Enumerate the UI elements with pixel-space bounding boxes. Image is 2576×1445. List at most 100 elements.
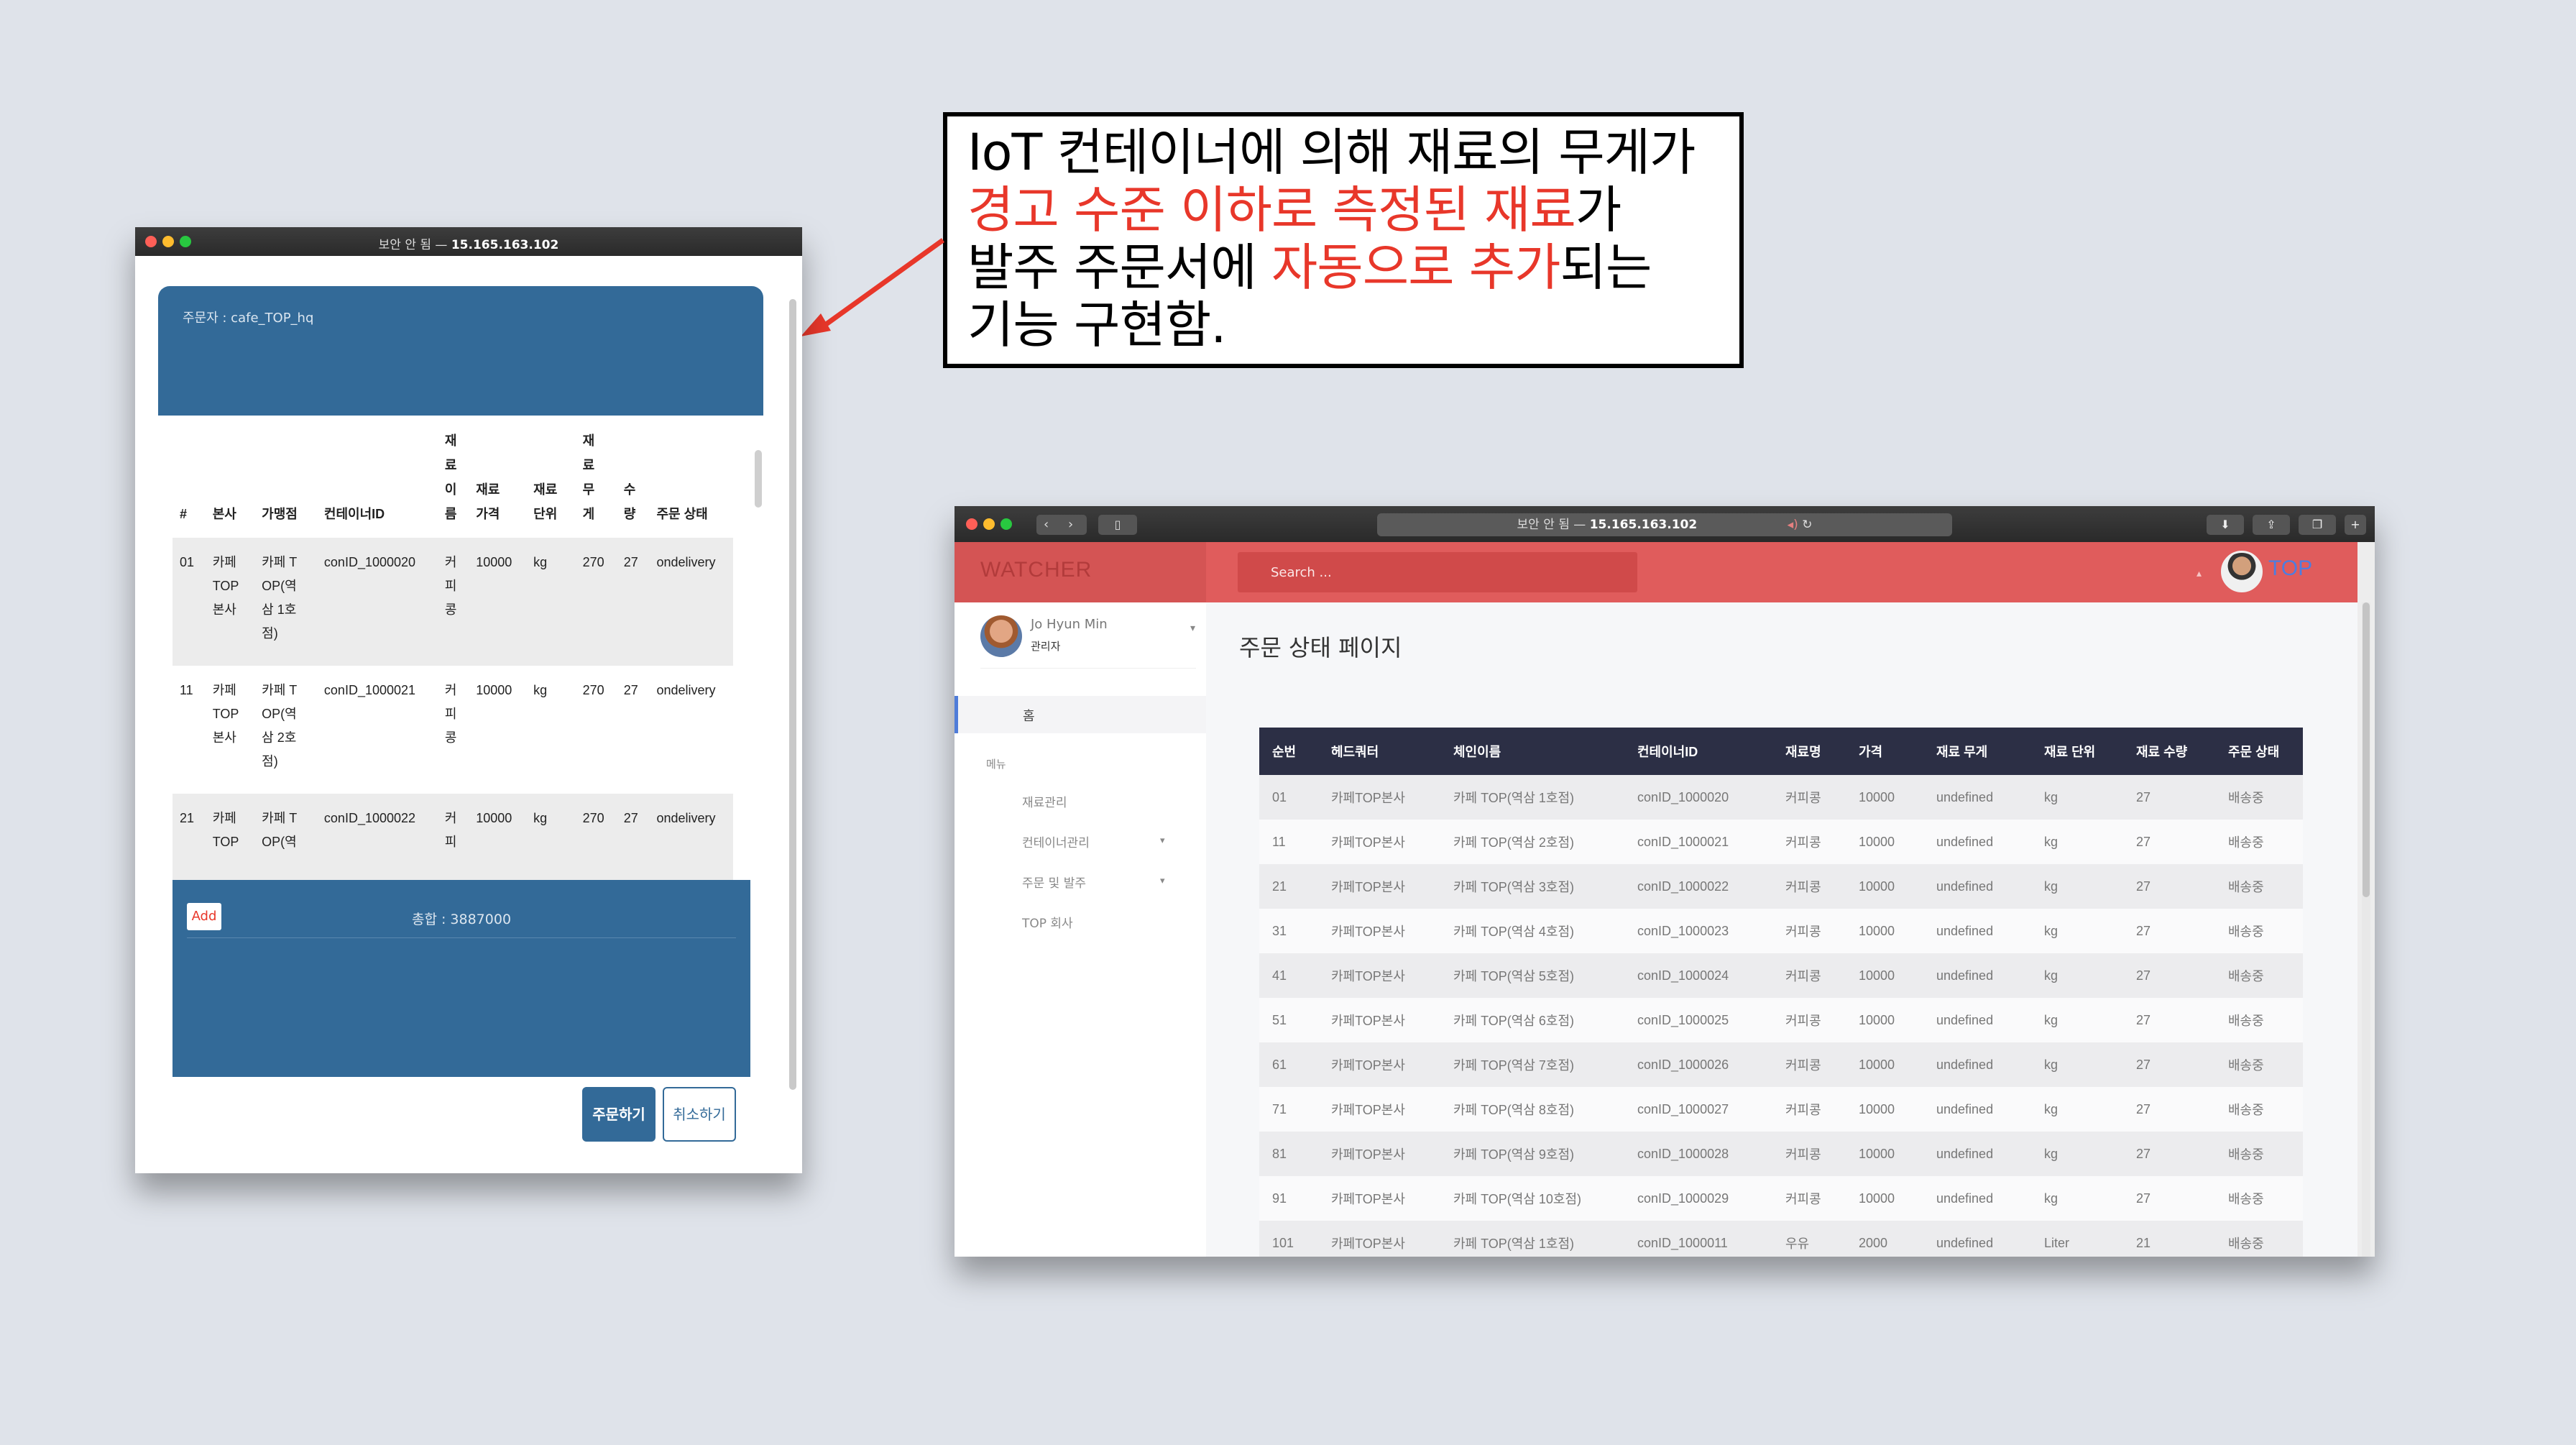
table-cell: 10000 [469, 538, 527, 666]
minimize-dot-icon[interactable] [983, 518, 995, 530]
profile-avatar[interactable] [2221, 551, 2263, 592]
user-role: 관리자 [1031, 640, 1061, 653]
table-cell: 27 [2123, 1176, 2215, 1221]
table-header-cell: 주문 상태 [656, 507, 708, 521]
table-cell: 커피콩 [1772, 953, 1846, 998]
submit-order-button[interactable]: 주문하기 [582, 1087, 656, 1142]
table-header-cell[interactable]: 컨테이너ID [1624, 728, 1772, 775]
table-cell: ondelivery [649, 538, 733, 666]
menu-section-title: 메뉴 [986, 758, 1006, 771]
table-row[interactable]: 41 카페TOP본사 카페 TOP(역삼 5호점) conID_1000024 커피콩 1… [1259, 953, 2303, 998]
table-row[interactable]: 11 카페 TOP 본사 카페 TOP(역삼 2호점) conID_1000021 커피… [172, 666, 733, 794]
table-header-cell[interactable]: 재료 수량 [2123, 728, 2215, 775]
table-cell: kg [2031, 820, 2123, 864]
table-cell: 10000 [1846, 1132, 1923, 1176]
table-cell: 01 [1259, 775, 1318, 820]
table-row[interactable]: 61 카페TOP본사 카페 TOP(역삼 7호점) conID_1000026 커피콩 1… [1259, 1042, 2303, 1087]
callout-text: IoT 컨테이너에 의해 재료의 무게가 [967, 123, 1696, 182]
sidebar-toggle-icon[interactable]: ▯ [1098, 515, 1137, 535]
table-cell: 커피콩 [1772, 1042, 1846, 1087]
sidebar-menu-item[interactable]: 컨테이너관리 [1022, 832, 1090, 850]
notification-icon[interactable]: ▴ [2196, 568, 2202, 579]
reload-icon[interactable]: ↻ [1802, 518, 1812, 532]
table-cell: 카페 TOP(역삼 1호점) [254, 538, 317, 666]
table-cell: 카페 TOP(역삼 8호점) [1440, 1087, 1624, 1132]
order-footer: Add 총합 : 3887000 [172, 880, 750, 1077]
table-header-cell: 재료단위 [533, 482, 558, 521]
table-row[interactable]: 81 카페TOP본사 카페 TOP(역삼 9호점) conID_1000028 커피콩 1… [1259, 1132, 2303, 1176]
close-dot-icon[interactable] [966, 518, 978, 530]
table-row[interactable]: 101 카페TOP본사 카페 TOP(역삼 1호점) conID_1000011 우유 2… [1259, 1221, 2303, 1257]
table-header-cell[interactable]: 순번 [1259, 728, 1318, 775]
page-scrollbar[interactable] [2362, 602, 2370, 1257]
table-row[interactable]: 51 카페TOP본사 카페 TOP(역삼 6호점) conID_1000025 커피콩 1… [1259, 998, 2303, 1042]
table-row[interactable]: 31 카페TOP본사 카페 TOP(역삼 4호점) conID_1000023 커피콩 1… [1259, 909, 2303, 953]
table-cell: 27 [2123, 775, 2215, 820]
table-cell: 커피콩 [1772, 1176, 1846, 1221]
table-cell: 카페 TOP 본사 [212, 683, 239, 745]
tabs-icon[interactable]: ❐ [2299, 515, 2336, 535]
brand-logo[interactable]: WATCHER [954, 542, 1206, 602]
table-header-cell[interactable]: 가격 [1846, 728, 1923, 775]
table-row[interactable]: 91 카페TOP본사 카페 TOP(역삼 10호점) conID_1000029 커피콩… [1259, 1176, 2303, 1221]
table-row[interactable]: 21 카페TOP본사 카페 TOP(역삼 3호점) conID_1000022 커피콩 1… [1259, 864, 2303, 909]
table-cell: conID_1000027 [1624, 1087, 1772, 1132]
chevron-down-icon[interactable]: ▾ [1160, 876, 1165, 886]
callout-highlight: 자동으로 추가 [1271, 238, 1561, 297]
table-cell: 카페TOP본사 [1318, 1132, 1440, 1176]
table-scrollbar[interactable] [755, 450, 762, 508]
table-cell: 27 [616, 794, 650, 880]
download-icon[interactable]: ⬇ [2207, 515, 2244, 535]
new-tab-icon[interactable]: + [2345, 515, 2366, 535]
table-cell: 27 [623, 683, 638, 697]
table-cell: 커피콩 [444, 683, 457, 745]
cancel-button[interactable]: 취소하기 [663, 1087, 736, 1142]
table-header-cell[interactable]: 주문 상태 [2215, 728, 2303, 775]
sidebar-item-home[interactable]: 홈 [954, 696, 1206, 733]
sidebar-menu-item[interactable]: 재료관리 [1022, 792, 1067, 810]
callout-text: 발주 주문서에 [967, 238, 1271, 297]
table-header-cell[interactable]: 체인이름 [1440, 728, 1624, 775]
table-header-cell[interactable]: 재료 무게 [1923, 728, 2031, 775]
forward-arrow-icon[interactable]: › [1068, 517, 1073, 532]
table-header-cell[interactable]: 재료 단위 [2031, 728, 2123, 775]
zoom-dot-icon[interactable] [1000, 518, 1012, 530]
table-header-cell: 컨테이너ID [323, 507, 385, 521]
table-cell: 10000 [1846, 775, 1923, 820]
order-table: # 본사 가맹점 컨테이너ID 재료이름 재료가격 재료단위 재료무게 수량 주문 상태 01 카페… [172, 416, 733, 880]
table-row[interactable]: 21 카페 TOP 카페 TOP(역 conID_1000022 커피 10000 kg 27… [172, 794, 733, 880]
table-header-cell[interactable]: 헤드쿼터 [1318, 728, 1440, 775]
table-cell: conID_1000020 [1624, 775, 1772, 820]
sidebar-menu-item[interactable]: TOP 회사 [1022, 913, 1073, 931]
avatar [980, 615, 1022, 657]
address-bar[interactable]: 보안 안 됨 — 15.165.163.102 ◂) ↻ [1377, 513, 1952, 536]
speaker-icon[interactable]: ◂) [1788, 518, 1798, 532]
table-cell: undefined [1923, 1132, 2031, 1176]
sidebar-menu-item[interactable]: 주문 및 발주 [1022, 873, 1086, 891]
table-cell: 커피 [437, 794, 469, 880]
app-header: WATCHER Search ... ▴ TOP [954, 542, 2358, 602]
table-cell: conID_1000021 [1624, 820, 1772, 864]
table-row[interactable]: 11 카페TOP본사 카페 TOP(역삼 2호점) conID_1000021 커피콩 1… [1259, 820, 2303, 864]
window-scrollbar[interactable] [789, 299, 796, 1090]
company-label[interactable]: TOP [2268, 556, 2312, 581]
table-cell: conID_1000021 [323, 683, 416, 697]
table-row[interactable]: 71 카페TOP본사 카페 TOP(역삼 8호점) conID_1000027 커피콩 1… [1259, 1087, 2303, 1132]
table-cell: kg [2031, 953, 2123, 998]
table-row[interactable]: 01 카페TOP본사 카페 TOP(역삼 1호점) conID_1000020 커피콩 1… [1259, 775, 2303, 820]
table-cell: 27 [2123, 998, 2215, 1042]
table-header-cell[interactable]: 재료명 [1772, 728, 1846, 775]
user-card[interactable]: Jo Hyun Min 관리자 ▾ [980, 615, 1196, 669]
sidebar: Jo Hyun Min 관리자 ▾ 홈 메뉴 재료관리컨테이너관리 ▾ 주문 및 발… [954, 602, 1206, 1257]
share-icon[interactable]: ⇪ [2253, 515, 2290, 535]
chevron-down-icon[interactable]: ▾ [1190, 623, 1195, 634]
chevron-down-icon[interactable]: ▾ [1160, 835, 1165, 846]
order-status-table: 순번 헤드쿼터 체인이름 컨테이너ID 재료명 가격 재료 무게 재료 단위 재료 수량 주문 상… [1259, 728, 2303, 1257]
search-input[interactable]: Search ... [1238, 552, 1637, 592]
table-cell: 카페 TOP(역삼 1호점) [1440, 775, 1624, 820]
table-cell: 카페TOP본사 [1318, 775, 1440, 820]
table-cell: 배송중 [2215, 1176, 2303, 1221]
history-nav: ‹ › [1036, 515, 1087, 535]
table-row[interactable]: 01 카페 TOP 본사 카페 TOP(역삼 1호점) conID_1000020 커피… [172, 538, 733, 666]
back-arrow-icon[interactable]: ‹ [1044, 517, 1049, 532]
